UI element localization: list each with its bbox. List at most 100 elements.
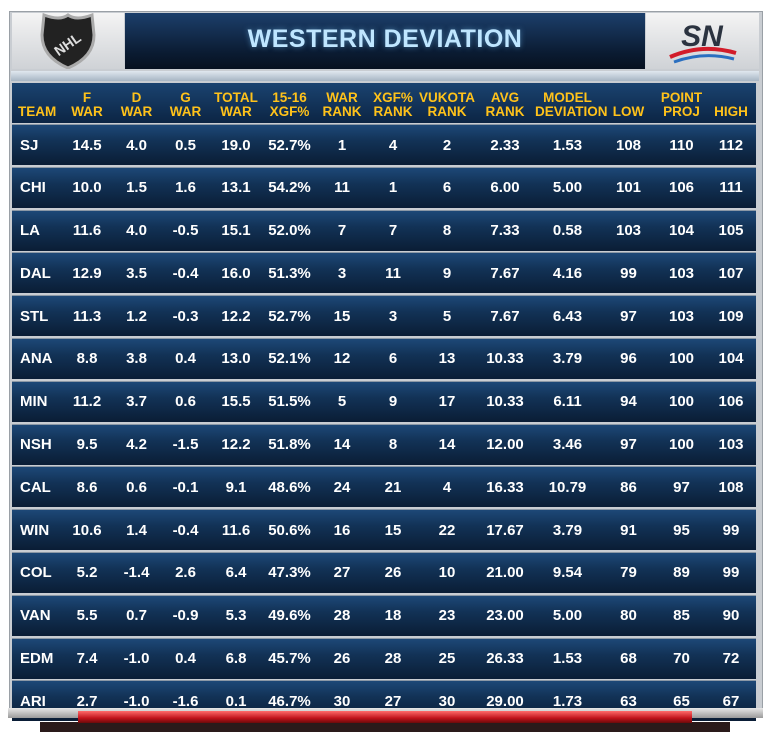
- table-cell: 51.3%: [268, 264, 311, 282]
- team-cell: LA: [20, 222, 40, 240]
- table-cell: 13.1: [221, 179, 251, 197]
- table-cell: 110: [669, 136, 694, 154]
- table-cell: 9.1: [225, 478, 247, 496]
- table-cell: 4.16: [552, 264, 583, 282]
- table-cell: 52.7%: [268, 136, 311, 154]
- table-cell: 100: [668, 350, 695, 368]
- table-cell: 9.5: [76, 436, 98, 454]
- table-cell: 68: [620, 650, 637, 668]
- table-cell: 91: [620, 521, 637, 539]
- table-cell: 0.6: [175, 393, 196, 411]
- table-cell: 8.8: [76, 350, 98, 368]
- table-cell: -1.4: [123, 564, 150, 582]
- table-cell: 2: [442, 136, 452, 154]
- table-cell: 54.2%: [268, 179, 311, 197]
- column-header: TEAM: [18, 104, 57, 119]
- table-cell: 9: [388, 393, 398, 411]
- table-cell: 86: [620, 478, 637, 496]
- page-title: WESTERN DEVIATION: [247, 25, 523, 53]
- table-cell: 5.5: [76, 607, 98, 625]
- team-cell: EDM: [20, 650, 54, 668]
- team-cell: NSH: [20, 436, 52, 454]
- column-header: TOTAL WAR: [214, 90, 258, 119]
- table-cell: -0.9: [172, 607, 199, 625]
- table-cell: 1: [388, 179, 398, 197]
- table-cell: 3: [337, 264, 347, 282]
- table-cell: 89: [673, 564, 690, 582]
- table-cell: 7.67: [490, 264, 520, 282]
- table-cell: -0.4: [172, 521, 199, 539]
- table-cell: 15: [384, 521, 402, 539]
- table-cell: 7.33: [490, 222, 520, 240]
- table-cell: 103: [668, 264, 695, 282]
- table-cell: 6.00: [490, 179, 520, 197]
- table-cell: 90: [722, 607, 740, 625]
- table-cell: 13.0: [221, 350, 251, 368]
- table-cell: 11.6: [221, 521, 251, 539]
- table-cell: 52.0%: [268, 222, 311, 240]
- table-cell: 79: [620, 564, 637, 582]
- table-cell: 1.4: [126, 521, 147, 539]
- table-row: LA 11.6 4.0 -0.5 15.1 52.0% 7 7 8 7.33 0.58 103 104 1…: [12, 209, 756, 251]
- column-header: 15-16 XGF%: [269, 90, 310, 119]
- table-cell: 72: [722, 650, 740, 668]
- table-cell: 4: [442, 478, 452, 496]
- table-cell: 0.4: [175, 650, 196, 668]
- table-cell: 6: [388, 350, 398, 368]
- team-cell: ANA: [20, 350, 53, 368]
- table-cell: 5.3: [225, 607, 247, 625]
- table-cell: 26: [384, 564, 402, 582]
- table-cell: 9.54: [552, 564, 583, 582]
- table-cell: 0.7: [126, 607, 147, 625]
- table-cell: 2.6: [175, 564, 196, 582]
- table-cell: 99: [722, 564, 740, 582]
- table-cell: 13: [438, 350, 456, 368]
- sportsnet-logo-icon: SN: [669, 20, 737, 64]
- table-cell: 10.79: [548, 478, 587, 496]
- table-cell: 97: [620, 436, 637, 454]
- table-cell: 26: [333, 650, 351, 668]
- table-cell: 106: [668, 179, 695, 197]
- table-cell: 12.2: [221, 307, 251, 325]
- table-row: CHI 10.0 1.5 1.6 13.1 54.2% 11 1 6 6.00 5.00 101 106…: [12, 166, 756, 208]
- team-cell: CAL: [20, 478, 51, 496]
- table-cell: 7: [337, 222, 347, 240]
- table-cell: 14: [438, 436, 456, 454]
- column-header: LOW: [612, 104, 645, 119]
- table-cell: 4: [388, 136, 398, 154]
- table-cell: 11: [334, 179, 350, 197]
- table-cell: 104: [718, 350, 744, 368]
- column-header: G WAR: [169, 90, 202, 119]
- table-cell: 101: [615, 179, 642, 197]
- column-header: VUKOTA RANK: [419, 90, 475, 119]
- table-cell: 12.9: [72, 264, 102, 282]
- table-cell: 9: [442, 264, 452, 282]
- table-cell: 16.0: [221, 264, 251, 282]
- table-cell: 10.33: [486, 393, 524, 411]
- table-cell: 0.6: [126, 478, 147, 496]
- table-cell: -0.5: [172, 222, 199, 240]
- table-cell: 0.58: [552, 222, 583, 240]
- table-cell: 108: [615, 136, 642, 154]
- table-cell: 5: [337, 393, 347, 411]
- table-cell: 23: [438, 607, 456, 625]
- table-cell: 26.33: [486, 650, 524, 668]
- table-cell: 97: [673, 478, 690, 496]
- table-cell: 10.33: [486, 350, 524, 368]
- table-cell: 1: [337, 136, 347, 154]
- table-header: TEAM F WAR D WAR G WAR TOTAL WAR 15-16 XGF% WA…: [12, 83, 756, 123]
- table-cell: 11.2: [72, 393, 102, 411]
- column-header: WAR RANK: [322, 90, 362, 119]
- table-cell: 99: [620, 264, 637, 282]
- column-header: MODEL DEVIATION: [535, 90, 608, 119]
- team-cell: MIN: [20, 393, 48, 411]
- column-header: F WAR: [71, 90, 103, 119]
- table-cell: 19.0: [221, 136, 251, 154]
- team-cell: DAL: [20, 264, 51, 282]
- team-cell: VAN: [20, 607, 51, 625]
- table-cell: 80: [620, 607, 637, 625]
- table-cell: 48.6%: [268, 478, 311, 496]
- table-cell: 99: [722, 521, 740, 539]
- table-cell: 51.8%: [268, 436, 311, 454]
- table-row: MIN 11.2 3.7 0.6 15.5 51.5% 5 9 17 10.33 6.11 94 100…: [12, 380, 756, 422]
